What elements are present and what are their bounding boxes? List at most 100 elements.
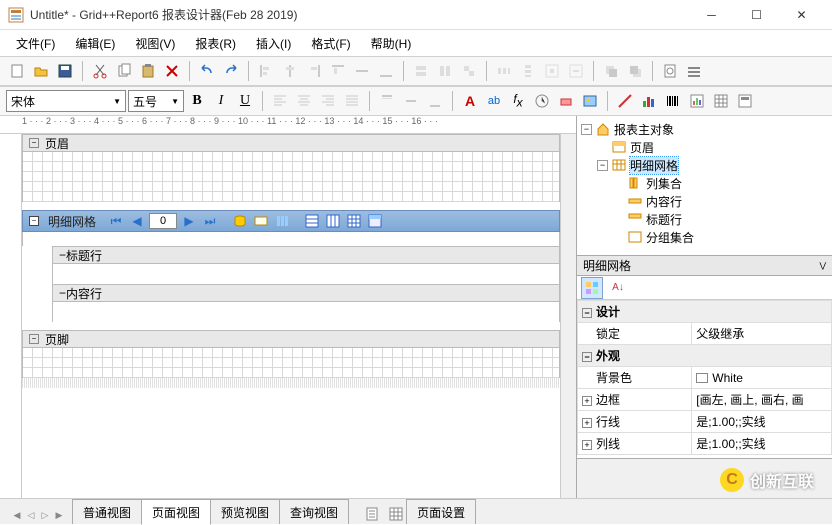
- align-center-h-icon[interactable]: [279, 60, 301, 82]
- tree-item-header[interactable]: 页眉: [630, 139, 654, 156]
- insert-chart-icon[interactable]: [638, 90, 660, 112]
- insert-line-icon[interactable]: [614, 90, 636, 112]
- insert-image-icon[interactable]: [579, 90, 601, 112]
- maximize-button[interactable]: ☐: [734, 0, 779, 30]
- design-canvas[interactable]: − 页眉 − 明细网格 ⏮ ◀ ▶ ⏭: [22, 134, 560, 498]
- options-icon[interactable]: [683, 60, 705, 82]
- minimize-button[interactable]: ─: [689, 0, 734, 30]
- prop-border-val[interactable]: [画左, 画上, 画右, 画: [692, 389, 832, 411]
- align-top-icon[interactable]: [327, 60, 349, 82]
- delete-button[interactable]: [161, 60, 183, 82]
- section-footer-bar[interactable]: − 页脚: [22, 330, 560, 348]
- section-contentrow-bar[interactable]: − 内容行: [52, 284, 560, 302]
- text-align-left-icon[interactable]: [269, 90, 291, 112]
- same-size-icon[interactable]: [458, 60, 480, 82]
- tree-root[interactable]: 报表主对象: [614, 121, 674, 138]
- menu-insert[interactable]: 插入(I): [248, 32, 299, 55]
- align-right-icon[interactable]: [303, 60, 325, 82]
- menu-edit[interactable]: 编辑(E): [67, 32, 123, 55]
- prop-rowline-val[interactable]: 是;1.00;;实线: [692, 411, 832, 433]
- tab-page-view[interactable]: 页面视图: [141, 499, 211, 525]
- nav-next-icon[interactable]: ▶: [180, 212, 198, 230]
- same-width-icon[interactable]: [410, 60, 432, 82]
- property-header[interactable]: 明细网格⋁: [577, 256, 832, 276]
- valign-middle-icon[interactable]: [400, 90, 422, 112]
- insert-chart2-icon[interactable]: [686, 90, 708, 112]
- undo-button[interactable]: [196, 60, 218, 82]
- underline-button[interactable]: U: [234, 90, 256, 112]
- prop-lock-val[interactable]: 父级继承: [692, 323, 832, 345]
- close-button[interactable]: ✕: [779, 0, 824, 30]
- redo-button[interactable]: [220, 60, 242, 82]
- section-detail-body[interactable]: [22, 232, 560, 246]
- paste-button[interactable]: [137, 60, 159, 82]
- insert-barcode-icon[interactable]: [662, 90, 684, 112]
- center-h-icon[interactable]: [541, 60, 563, 82]
- grid3-icon[interactable]: [345, 212, 363, 230]
- section-footer-body[interactable]: [22, 348, 560, 378]
- grid2-icon[interactable]: [324, 212, 342, 230]
- menu-help[interactable]: 帮助(H): [363, 32, 420, 55]
- section-header-bar[interactable]: − 页眉: [22, 134, 560, 152]
- menu-file[interactable]: 文件(F): [8, 32, 63, 55]
- section-header-body[interactable]: [22, 152, 560, 202]
- fontsize-combo[interactable]: 五号▼: [128, 90, 184, 112]
- menu-report[interactable]: 报表(R): [187, 32, 244, 55]
- nav-last-icon[interactable]: ⏭: [201, 212, 219, 230]
- cut-button[interactable]: [89, 60, 111, 82]
- align-left-icon[interactable]: [255, 60, 277, 82]
- tab-query-view[interactable]: 查询视图: [279, 499, 349, 524]
- insert-shape-icon[interactable]: [555, 90, 577, 112]
- column-icon[interactable]: [273, 212, 291, 230]
- align-middle-icon[interactable]: [351, 60, 373, 82]
- font-combo[interactable]: 宋体▼: [6, 90, 126, 112]
- grid4-icon[interactable]: [366, 212, 384, 230]
- nav-index-input[interactable]: [149, 213, 177, 229]
- valign-top-icon[interactable]: [376, 90, 398, 112]
- vertical-scrollbar[interactable]: [560, 134, 576, 498]
- text-align-center-icon[interactable]: [293, 90, 315, 112]
- section-titlerow-body[interactable]: [52, 264, 560, 284]
- collapse-icon[interactable]: −: [59, 286, 66, 300]
- alphabetical-button[interactable]: A↓: [607, 277, 629, 299]
- collapse-icon[interactable]: −: [29, 138, 39, 148]
- open-button[interactable]: [30, 60, 52, 82]
- tree-expand-icon[interactable]: −: [581, 124, 592, 135]
- valign-bottom-icon[interactable]: [424, 90, 446, 112]
- collapse-icon[interactable]: −: [29, 334, 39, 344]
- categorized-button[interactable]: [581, 277, 603, 299]
- space-v-icon[interactable]: [517, 60, 539, 82]
- insert-sum-icon[interactable]: [531, 90, 553, 112]
- same-height-icon[interactable]: [434, 60, 456, 82]
- copy-button[interactable]: [113, 60, 135, 82]
- property-grid[interactable]: −设计 锁定父级继承 −外观 背景色White +边框[画左, 画上, 画右, …: [577, 300, 832, 458]
- tree-item-columns[interactable]: 列集合: [646, 175, 682, 192]
- nav-first-icon[interactable]: ⏮: [107, 212, 125, 230]
- tab-preview-view[interactable]: 预览视图: [210, 499, 280, 524]
- pagesetup-doc-icon[interactable]: [362, 504, 382, 524]
- tree-item-groups[interactable]: 分组集合: [646, 229, 694, 246]
- tree-expand-icon[interactable]: −: [597, 160, 608, 171]
- insert-label-icon[interactable]: ab: [483, 90, 505, 112]
- prop-colline-val[interactable]: 是;1.00;;实线: [692, 433, 832, 455]
- new-button[interactable]: [6, 60, 28, 82]
- section-detail-bar[interactable]: − 明细网格 ⏮ ◀ ▶ ⏭: [22, 210, 560, 232]
- sql-icon[interactable]: [231, 212, 249, 230]
- section-titlerow-bar[interactable]: − 标题行: [52, 246, 560, 264]
- insert-grid-icon[interactable]: [710, 90, 732, 112]
- italic-button[interactable]: I: [210, 90, 232, 112]
- field-icon[interactable]: [252, 212, 270, 230]
- fit-page-icon[interactable]: [659, 60, 681, 82]
- tree-item-titlerow[interactable]: 标题行: [646, 211, 682, 228]
- send-back-icon[interactable]: [624, 60, 646, 82]
- bold-button[interactable]: B: [186, 90, 208, 112]
- text-align-right-icon[interactable]: [317, 90, 339, 112]
- object-tree[interactable]: −报表主对象 页眉 −明细网格 列集合 内容行 标题行 分组集合: [577, 116, 832, 256]
- collapse-icon[interactable]: −: [59, 248, 66, 262]
- menu-format[interactable]: 格式(F): [303, 32, 358, 55]
- nav-prev-icon[interactable]: ◀: [128, 212, 146, 230]
- tab-normal-view[interactable]: 普通视图: [72, 499, 142, 524]
- tree-item-contentrow[interactable]: 内容行: [646, 193, 682, 210]
- grid1-icon[interactable]: [303, 212, 321, 230]
- collapse-icon[interactable]: −: [29, 216, 39, 226]
